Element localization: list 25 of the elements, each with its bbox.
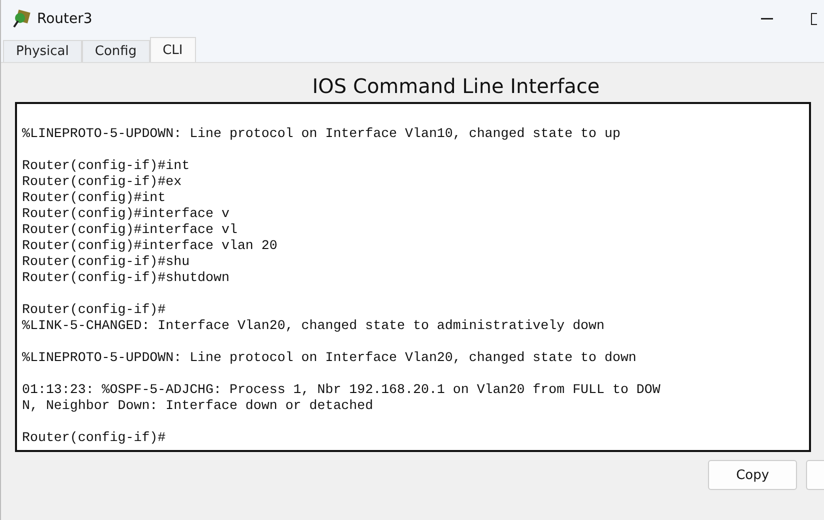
- terminal-line: Router(config-if)#int: [22, 158, 191, 174]
- tab[interactable]: Config: [82, 40, 150, 62]
- terminal-output[interactable]: [15, 102, 811, 452]
- terminal-line: Router(config-if)#shu: [22, 254, 191, 270]
- terminal-line: %LINEPROTO-5-UPDOWN: Line protocol on Interface Vlan20, changed state to down: [22, 350, 638, 366]
- terminal-line: Router(config)#interface vlan 20: [22, 238, 278, 254]
- terminal-line: Router(config-if)#: [22, 302, 167, 318]
- tab[interactable]: Physical: [3, 40, 82, 62]
- minimize-icon[interactable]: [761, 18, 773, 20]
- window-title: Router3: [37, 10, 92, 26]
- terminal-line: Router(config)#interface vl: [22, 222, 238, 238]
- panel-heading: IOS Command Line Interface: [311, 74, 601, 98]
- copy-button[interactable]: Copy: [708, 460, 798, 490]
- terminal-line: Router(config)#int: [22, 190, 167, 206]
- terminal-line: Router(config-if)#shutdown: [22, 270, 230, 286]
- terminal-line: %LINEPROTO-5-UPDOWN: Line protocol on Interface Vlan10, changed state to up: [22, 126, 622, 142]
- terminal-line: N, Neighbor Down: Interface down or detached: [22, 398, 374, 414]
- terminal-line: 01:13:23: %OSPF-5-ADJCHG: Process 1, Nbr 192.168.20.1 on Vlan20 from FULL to DOW: [22, 382, 662, 398]
- tab[interactable]: CLI: [150, 37, 196, 62]
- terminal-line: Router(config-if)#ex: [22, 174, 183, 190]
- router-icon: [11, 8, 31, 28]
- terminal-line: Router(config)#interface v: [22, 206, 230, 222]
- terminal-line: Router(config-if)#: [22, 430, 167, 446]
- maximize-icon[interactable]: [811, 12, 817, 24]
- terminal-line: %LINK-5-CHANGED: Interface Vlan20, changed state to administratively down: [22, 318, 606, 334]
